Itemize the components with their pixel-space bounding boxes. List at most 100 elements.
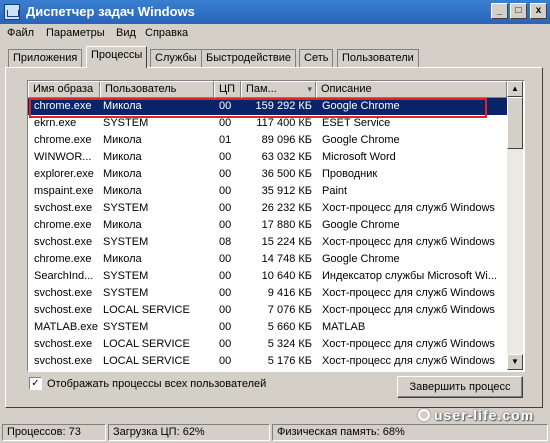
process-list[interactable]: Имя образа Пользователь ЦП Пам... Описан… <box>27 80 525 372</box>
cell-cpu: 00 <box>219 338 232 350</box>
watermark-icon <box>418 409 430 421</box>
maximize-button[interactable]: □ <box>510 3 527 19</box>
table-row[interactable]: svchost.exe SYSTEM 00 26 232 КБ Хост-процесс… <box>28 200 507 217</box>
cell-image-name: SearchInd... <box>34 270 94 282</box>
status-bar: Процессов: 73 Загрузка ЦП: 62% Физическа… <box>0 422 550 443</box>
cell-user: Микола <box>103 168 142 180</box>
cell-user: SYSTEM <box>103 236 149 248</box>
table-row[interactable]: svchost.exe SYSTEM 00 9 416 КБ Хост-процесс … <box>28 285 507 302</box>
cell-user: Микола <box>103 100 142 112</box>
menu-bar: Файл Параметры Вид Справка <box>0 24 550 42</box>
show-all-users-checkbox[interactable]: ✓ <box>29 377 42 390</box>
cell-cpu: 00 <box>219 202 232 214</box>
column-cpu[interactable]: ЦП <box>214 81 241 98</box>
table-row[interactable]: svchost.exe SYSTEM 08 15 224 КБ Хост-процесс… <box>28 234 507 251</box>
column-description[interactable]: Описание <box>316 81 507 98</box>
tab-network[interactable]: Сеть <box>299 49 334 67</box>
title-bar: Диспетчер задач Windows _ □ x <box>0 0 550 24</box>
tab-applications[interactable]: Приложения <box>8 49 83 67</box>
tab-users[interactable]: Пользователи <box>337 49 419 67</box>
cell-cpu: 00 <box>219 304 232 316</box>
cell-memory: 5 176 КБ <box>267 355 312 367</box>
cell-memory: 26 232 КБ <box>261 202 312 214</box>
cell-description: Проводник <box>322 168 378 180</box>
cell-user: LOCAL SERVICE <box>103 355 190 367</box>
cell-user: SYSTEM <box>103 321 149 333</box>
cell-memory: 10 640 КБ <box>261 270 312 282</box>
table-row[interactable]: mspaint.exe Микола 00 35 912 КБ Paint <box>28 183 507 200</box>
cell-description: Индексатор службы Microsoft Wi... <box>322 270 497 282</box>
cell-image-name: explorer.exe <box>34 168 94 180</box>
scroll-up-icon[interactable]: ▲ <box>507 81 523 97</box>
cell-description: Google Chrome <box>322 134 400 146</box>
tab-services[interactable]: Службы <box>150 49 202 67</box>
tab-performance[interactable]: Быстродействие <box>201 49 296 67</box>
close-button[interactable]: x <box>530 3 547 19</box>
cell-cpu: 01 <box>219 134 232 146</box>
cell-cpu: 00 <box>219 287 232 299</box>
cell-memory: 5 324 КБ <box>267 338 312 350</box>
list-header: Имя образа Пользователь ЦП Пам... Описан… <box>28 81 507 98</box>
scroll-thumb[interactable] <box>507 97 523 149</box>
cell-cpu: 00 <box>219 253 232 265</box>
table-row[interactable]: ekrn.exe SYSTEM 00 117 400 КБ ESET Service <box>28 115 507 132</box>
table-row[interactable]: svchost.exe LOCAL SERVICE 00 5 176 КБ Хост-п… <box>28 353 507 370</box>
tab-processes[interactable]: Процессы <box>86 46 148 68</box>
menu-file[interactable]: Файл <box>7 26 34 40</box>
cell-memory: 159 292 КБ <box>255 100 312 112</box>
cell-cpu: 00 <box>219 321 232 333</box>
cell-description: Хост-процесс для служб Windows <box>322 355 495 367</box>
table-row[interactable]: chrome.exe Микола 01 89 096 КБ Google Chrome <box>28 132 507 149</box>
cell-image-name: svchost.exe <box>34 287 93 299</box>
cell-memory: 7 076 КБ <box>267 304 312 316</box>
menu-help[interactable]: Справка <box>145 26 188 40</box>
cell-image-name: svchost.exe <box>34 355 93 367</box>
cell-user: Микола <box>103 185 142 197</box>
minimize-button[interactable]: _ <box>491 3 508 19</box>
column-image-name[interactable]: Имя образа <box>28 81 100 98</box>
cell-memory: 35 912 КБ <box>261 185 312 197</box>
cell-user: SYSTEM <box>103 287 149 299</box>
cell-memory: 15 224 КБ <box>261 236 312 248</box>
cell-user: Микола <box>103 134 142 146</box>
table-row[interactable]: explorer.exe Микола 00 36 500 КБ Проводник <box>28 166 507 183</box>
watermark-text: user-life.com <box>434 407 535 423</box>
show-all-users-label: Отображать процессы всех пользователей <box>47 378 267 390</box>
cell-image-name: chrome.exe <box>34 253 92 265</box>
cell-memory: 117 400 КБ <box>256 117 312 129</box>
cell-image-name: svchost.exe <box>34 236 93 248</box>
table-row[interactable]: chrome.exe Микола 00 159 292 КБ Google Chrom… <box>28 98 507 115</box>
cell-description: Microsoft Word <box>322 151 396 163</box>
cell-cpu: 00 <box>219 185 232 197</box>
scroll-down-icon[interactable]: ▼ <box>507 354 523 370</box>
window-title: Диспетчер задач Windows <box>26 4 195 19</box>
cell-image-name: chrome.exe <box>34 219 92 231</box>
table-row[interactable]: svchost.exe LOCAL SERVICE 00 7 076 КБ Хост-п… <box>28 302 507 319</box>
cell-cpu: 00 <box>219 151 232 163</box>
cell-description: Google Chrome <box>322 100 400 112</box>
vertical-scrollbar[interactable]: ▲ ▼ <box>507 81 523 370</box>
menu-view[interactable]: Вид <box>116 26 136 40</box>
end-process-button[interactable]: Завершить процесс <box>397 376 523 398</box>
table-row[interactable]: chrome.exe Микола 00 14 748 КБ Google Chrome <box>28 251 507 268</box>
cell-user: SYSTEM <box>103 202 149 214</box>
cell-description: Google Chrome <box>322 219 400 231</box>
menu-options[interactable]: Параметры <box>46 26 105 40</box>
cell-user: LOCAL SERVICE <box>103 338 190 350</box>
table-row[interactable]: svchost.exe LOCAL SERVICE 00 5 324 КБ Хост-п… <box>28 336 507 353</box>
cell-image-name: svchost.exe <box>34 202 93 214</box>
cell-user: Микола <box>103 253 142 265</box>
status-physical-memory: Физическая память: 68% <box>272 424 548 441</box>
table-row[interactable]: chrome.exe Микола 00 17 880 КБ Google Chrome <box>28 217 507 234</box>
cell-user: LOCAL SERVICE <box>103 304 190 316</box>
table-row[interactable]: SearchInd... SYSTEM 00 10 640 КБ Индексатор … <box>28 268 507 285</box>
cell-user: SYSTEM <box>103 270 149 282</box>
cell-memory: 89 096 КБ <box>261 134 312 146</box>
cell-description: Google Chrome <box>322 253 400 265</box>
status-process-count: Процессов: 73 <box>2 424 106 441</box>
status-cpu-load: Загрузка ЦП: 62% <box>108 424 270 441</box>
table-row[interactable]: MATLAB.exe SYSTEM 00 5 660 КБ MATLAB <box>28 319 507 336</box>
column-user[interactable]: Пользователь <box>100 81 214 98</box>
table-row[interactable]: WINWOR... Микола 00 63 032 КБ Microsoft Word <box>28 149 507 166</box>
column-memory[interactable]: Пам... <box>241 81 316 98</box>
